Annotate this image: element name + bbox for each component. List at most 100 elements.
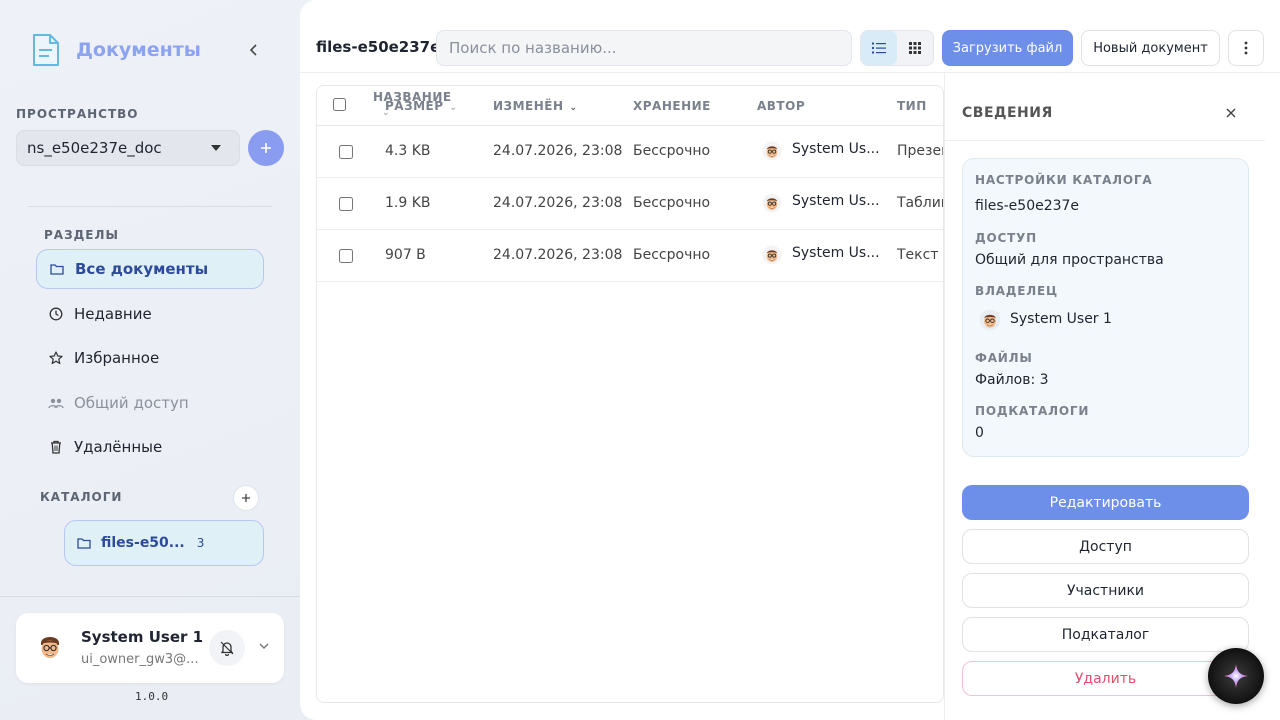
- catalog-item-count: 3: [196, 536, 205, 550]
- more-options-button[interactable]: [1228, 30, 1264, 66]
- sparkle-icon: [1224, 664, 1248, 688]
- main-content: files-e50e237e Загрузить файл Новый доку…: [300, 0, 1280, 720]
- column-header-type[interactable]: ТИП: [897, 99, 927, 113]
- folder-title: files-e50e237e: [316, 38, 441, 56]
- user-email: ui_owner_gw3@...: [81, 652, 199, 667]
- row-modified: 24.07.2026, 23:08: [493, 143, 623, 159]
- avatar: [762, 141, 782, 161]
- sidebar-divider: [28, 206, 272, 207]
- users-icon: [48, 395, 64, 411]
- sort-arrow-icon: ⌄: [569, 103, 578, 113]
- grid-icon: [909, 42, 921, 54]
- details-divider: [945, 140, 1265, 141]
- row-type: Текст: [897, 247, 939, 263]
- catalog-item-label: files-e50...: [101, 535, 185, 551]
- view-toggle: [860, 30, 934, 66]
- subcatalogs-label: ПОДКАТАЛОГИ: [975, 404, 1090, 418]
- access-label: ДОСТУП: [975, 231, 1037, 245]
- row-size: 1.9 KB: [385, 195, 431, 211]
- document-logo-icon: [33, 34, 59, 66]
- caret-down-icon: [211, 145, 221, 151]
- table-header: НАЗВАНИЕ ⌄ РАЗМЕР ⌄ ИЗМЕНЁН ⌄ ХРАНЕНИЕ АВТ…: [317, 86, 943, 126]
- folder-icon: [49, 261, 65, 277]
- delete-button[interactable]: Удалить: [962, 661, 1249, 696]
- select-all-checkbox[interactable]: [333, 98, 346, 111]
- sidebar-item-shared[interactable]: Общий доступ: [36, 383, 264, 423]
- row-storage: Бессрочно: [633, 143, 711, 159]
- sidebar-item-deleted[interactable]: Удалённые: [36, 427, 264, 467]
- table-row[interactable]: 907 B 24.07.2026, 23:08 Бессрочно System…: [317, 230, 943, 282]
- chevron-left-icon: [249, 44, 257, 56]
- column-header-modified-label: ИЗМЕНЁН: [493, 99, 564, 113]
- access-value: Общий для пространства: [975, 252, 1164, 268]
- owner-label: ВЛАДЕЛЕЦ: [975, 284, 1058, 298]
- sidebar-item-recent[interactable]: Недавние: [36, 294, 264, 334]
- close-details-button[interactable]: [1223, 105, 1239, 121]
- close-icon: [1226, 108, 1236, 118]
- settings-value: files-e50e237e: [975, 198, 1080, 214]
- plus-icon: [242, 494, 250, 502]
- row-author: System Us...: [792, 245, 880, 261]
- sidebar-item-label: Общий доступ: [74, 394, 189, 412]
- sidebar: Документы ПРОСТРАНСТВО ns_e50e237e_doc Р…: [0, 0, 300, 720]
- settings-label: НАСТРОЙКИ КАТАЛОГА: [975, 173, 1153, 187]
- row-author: System Us...: [792, 141, 880, 157]
- sidebar-item-favorites[interactable]: Избранное: [36, 338, 264, 378]
- row-type: Презен: [897, 143, 943, 159]
- avatar: [979, 309, 1001, 331]
- row-checkbox[interactable]: [339, 145, 353, 159]
- subcatalog-button[interactable]: Подкаталог: [962, 617, 1249, 652]
- sidebar-divider: [0, 596, 300, 597]
- column-header-modified[interactable]: ИЗМЕНЁН ⌄: [493, 99, 578, 113]
- catalogs-label: КАТАЛОГИ: [40, 490, 123, 504]
- clock-icon: [48, 306, 64, 322]
- add-space-button[interactable]: [248, 130, 284, 166]
- app-version: 1.0.0: [135, 690, 169, 703]
- sidebar-item-label: Все документы: [75, 260, 209, 278]
- row-checkbox[interactable]: [339, 197, 353, 211]
- trash-icon: [48, 439, 64, 455]
- edit-button[interactable]: Редактировать: [962, 485, 1249, 520]
- details-title: СВЕДЕНИЯ: [962, 105, 1053, 121]
- row-author: System Us...: [792, 193, 880, 209]
- grid-view-button[interactable]: [897, 31, 933, 65]
- add-catalog-button[interactable]: [233, 485, 259, 511]
- table-row[interactable]: 1.9 KB 24.07.2026, 23:08 Бессрочно Syste…: [317, 178, 943, 230]
- sidebar-item-label: Избранное: [74, 349, 160, 367]
- new-document-button[interactable]: Новый документ: [1081, 30, 1220, 66]
- row-modified: 24.07.2026, 23:08: [493, 195, 623, 211]
- upload-file-button[interactable]: Загрузить файл: [942, 30, 1073, 66]
- space-label: ПРОСТРАНСТВО: [16, 107, 139, 121]
- plus-icon: [261, 143, 271, 153]
- files-value: Файлов: 3: [975, 372, 1049, 388]
- files-label: ФАЙЛЫ: [975, 351, 1033, 365]
- avatar: [35, 632, 65, 662]
- row-checkbox[interactable]: [339, 249, 353, 263]
- list-view-button[interactable]: [861, 31, 897, 65]
- column-header-size[interactable]: РАЗМЕР ⌄: [385, 99, 458, 113]
- sidebar-item-all-documents[interactable]: Все документы: [36, 249, 264, 289]
- row-storage: Бессрочно: [633, 195, 711, 211]
- catalog-item-files[interactable]: files-e50... 3: [64, 520, 264, 566]
- column-header-author[interactable]: АВТОР: [757, 99, 805, 113]
- column-header-storage[interactable]: ХРАНЕНИЕ: [633, 99, 711, 113]
- table-row[interactable]: 4.3 KB 24.07.2026, 23:08 Бессрочно Syste…: [317, 126, 943, 178]
- search-input[interactable]: [436, 30, 852, 66]
- bell-off-icon: [220, 641, 234, 656]
- assistant-button[interactable]: [1208, 648, 1264, 704]
- subcatalogs-value: 0: [975, 425, 984, 441]
- access-button[interactable]: Доступ: [962, 529, 1249, 564]
- row-storage: Бессрочно: [633, 247, 711, 263]
- notifications-button[interactable]: [209, 630, 245, 666]
- row-size: 907 B: [385, 247, 426, 263]
- collapse-sidebar-button[interactable]: [244, 40, 264, 60]
- members-button[interactable]: Участники: [962, 573, 1249, 608]
- sections-label: РАЗДЕЛЫ: [44, 228, 119, 242]
- chevron-down-icon[interactable]: [258, 640, 270, 652]
- row-type: Таблиц: [897, 195, 943, 211]
- user-card[interactable]: System User 1 ui_owner_gw3@...: [16, 613, 284, 683]
- row-modified: 24.07.2026, 23:08: [493, 247, 623, 263]
- avatar: [762, 245, 782, 265]
- space-select[interactable]: ns_e50e237e_doc: [16, 130, 240, 166]
- more-vertical-icon: [1244, 41, 1248, 55]
